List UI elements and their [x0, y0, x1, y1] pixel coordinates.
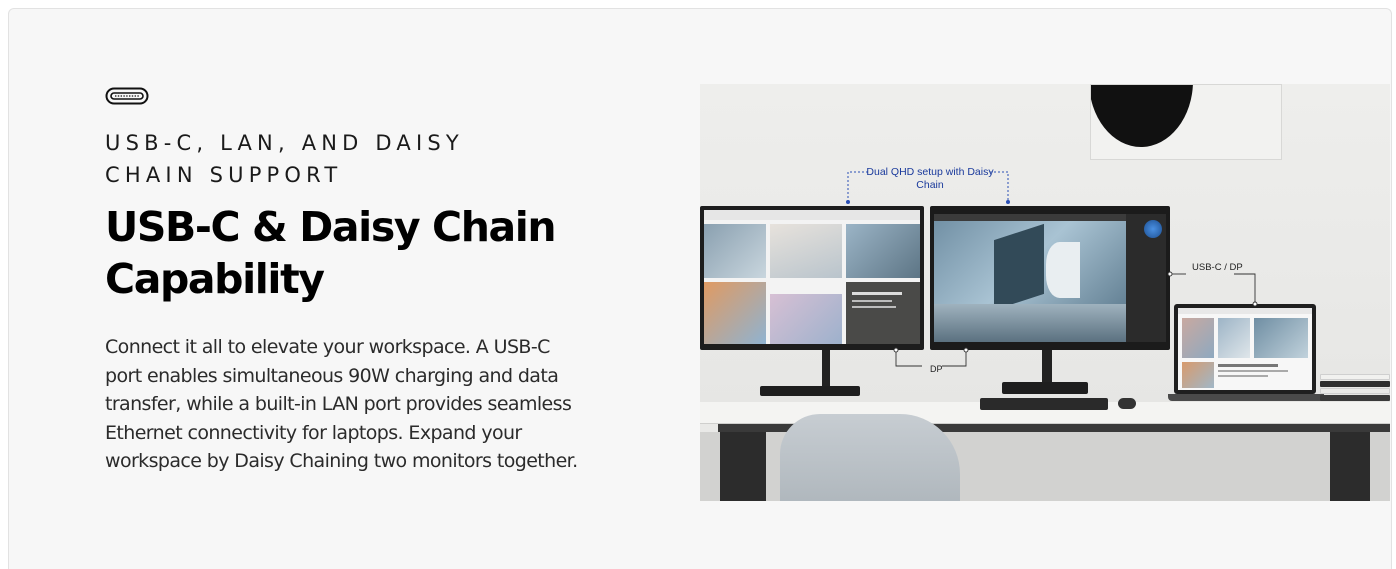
product-image: Dual QHD setup with Daisy Chain USB-C / … — [700, 84, 1390, 501]
usb-c-port-icon — [105, 87, 149, 105]
feature-eyebrow: USB-C, LAN, AND DAISY CHAIN SUPPORT — [105, 131, 464, 187]
connection-diagram — [846, 171, 1258, 367]
callout-usb-c-dp: USB-C / DP — [1192, 262, 1243, 273]
callout-dp: DP — [930, 364, 943, 374]
feature-description: Connect it all to elevate your workspace… — [105, 336, 578, 472]
feature-card: USB-C, LAN, AND DAISY CHAIN SUPPORT USB-… — [8, 8, 1392, 569]
feature-headline: USB-C & Daisy Chain Capability — [105, 203, 557, 303]
callout-daisy-chain: Dual QHD setup with Daisy Chain — [866, 166, 994, 191]
